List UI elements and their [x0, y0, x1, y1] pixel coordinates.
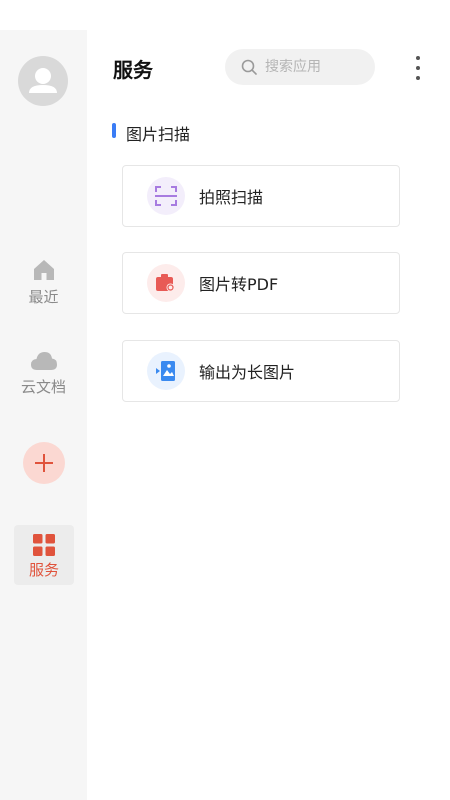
avatar[interactable]	[18, 56, 68, 106]
home-icon	[33, 260, 54, 280]
image-to-pdf-icon	[147, 264, 185, 302]
more-options-button[interactable]	[410, 56, 426, 80]
cloud-icon	[30, 352, 57, 370]
service-label: 图片转PDF	[199, 275, 279, 294]
sidebar-item-recent[interactable]: 最近	[0, 258, 87, 307]
search-icon	[241, 59, 257, 75]
search-bar[interactable]	[225, 49, 375, 85]
sidebar-item-label: 最近	[28, 288, 59, 306]
section-accent-bar	[112, 123, 116, 138]
more-dot-icon	[416, 76, 420, 80]
add-button[interactable]	[23, 442, 65, 484]
service-label: 拍照扫描	[199, 188, 264, 207]
sidebar-item-services[interactable]: 服务	[14, 525, 74, 585]
service-label: 输出为长图片	[199, 363, 296, 382]
service-card-photo-scan[interactable]: 拍照扫描	[122, 165, 400, 227]
grid-icon	[33, 534, 55, 556]
plus-icon	[35, 454, 53, 472]
search-input[interactable]	[263, 58, 367, 76]
more-dot-icon	[416, 66, 420, 70]
service-card-image-to-pdf[interactable]: 图片转PDF	[122, 252, 400, 314]
sidebar: 最近 云文档 服务	[0, 30, 87, 800]
section-title: 图片扫描	[126, 125, 191, 144]
user-icon	[29, 68, 57, 93]
long-image-icon	[147, 352, 185, 390]
more-dot-icon	[416, 56, 420, 60]
sidebar-item-label: 云文档	[20, 378, 66, 396]
service-card-long-image[interactable]: 输出为长图片	[122, 340, 400, 402]
sidebar-item-cloud-docs[interactable]: 云文档	[0, 350, 87, 397]
sidebar-item-label: 服务	[28, 561, 59, 579]
scan-icon	[147, 177, 185, 215]
page-title: 服务	[113, 58, 153, 82]
